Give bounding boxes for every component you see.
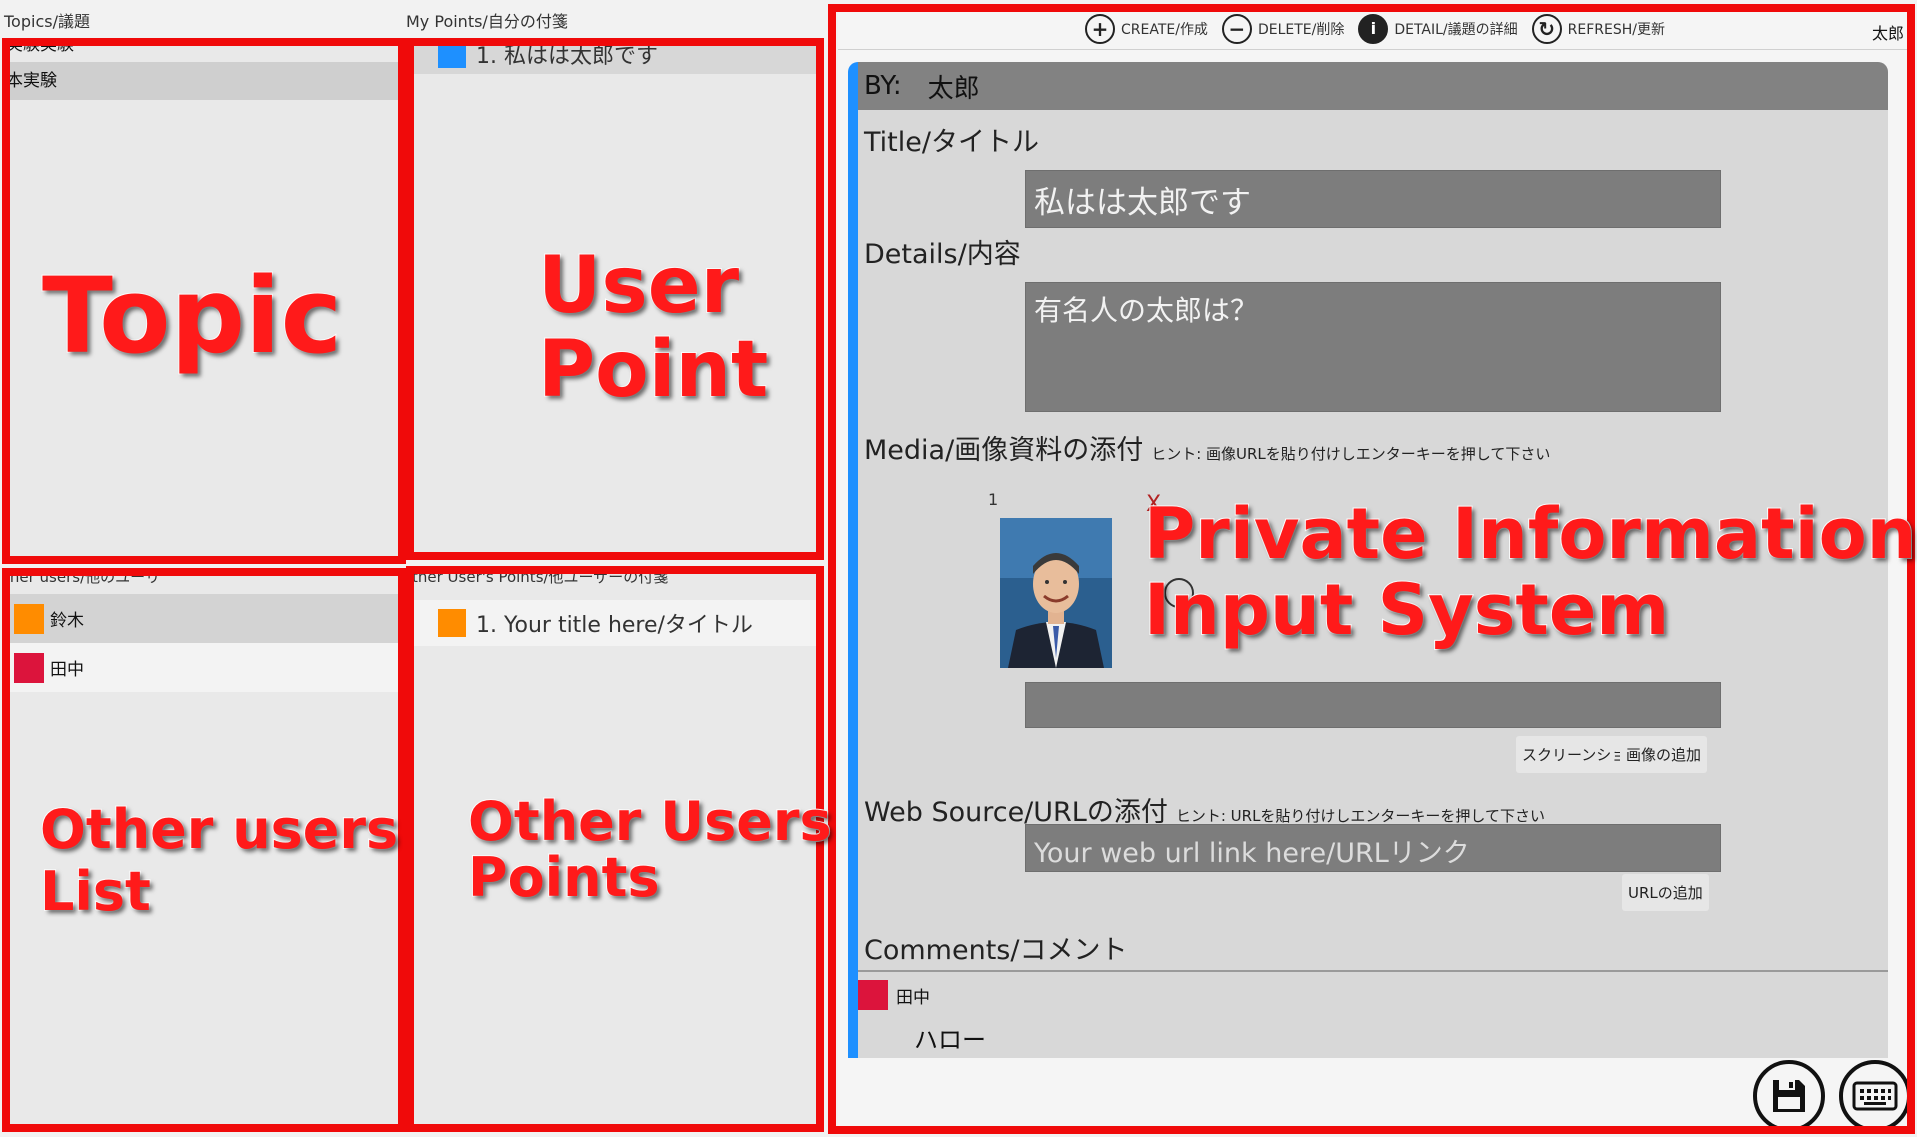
minus-icon: − [1221,13,1252,44]
url-input[interactable]: Your web url link here/URLリンク [1025,824,1721,872]
details-textarea[interactable]: 有名人の太郎は？ [1025,282,1721,412]
author-name: 太郎 [927,73,980,104]
topic-item[interactable]: 実験実験 [4,40,400,62]
point-color-swatch [438,609,466,637]
my-point-label: 1. 私はは太郎です [476,44,658,69]
user-color-swatch [14,652,44,683]
other-users-annotation-line2: List [39,860,152,923]
comment-text: ハロー [914,1026,986,1054]
other-user-name: 田中 [50,660,84,680]
topic-annotation-label: Topic [41,255,343,377]
topics-header: Topics/議題 [4,12,90,31]
other-users-annotation-line1: Other users [39,798,399,861]
web-hint: ヒント: URLを貼り付けしエンターキーを押して下さい [1175,807,1545,825]
keyboard-icon [1852,1081,1898,1111]
private-info-annotation-line1: Private Information [1143,493,1917,575]
title-label: Title/タイトル [864,127,1039,158]
detail-label: DETAIL/議題の詳細 [1394,21,1518,38]
refresh-button[interactable]: ↻ REFRESH/更新 [1531,13,1665,44]
comments-label: Comments/コメント [864,935,1128,966]
info-icon: i [1358,13,1389,44]
save-icon [1773,1080,1805,1112]
media-caption-input[interactable] [1025,682,1721,728]
user-point-annotation-line1: User [537,241,740,331]
title-input[interactable]: 私はは太郎です [1025,170,1721,228]
comment-author: 田中 [896,987,930,1008]
media-hint: ヒント: 画像URLを貼り付けしエンターキーを押して下さい [1151,445,1551,463]
other-point-label: 1. Your title here/タイトル [476,613,753,638]
save-button[interactable] [1753,1060,1825,1132]
other-user-item[interactable]: 鈴木 [4,594,400,643]
other-point-item[interactable]: 1. Your title here/タイトル [412,600,818,646]
private-info-annotation-line2: Input System [1143,569,1670,651]
add-image-button[interactable]: 画像の追加 [1620,736,1708,773]
other-user-item[interactable]: 田中 [4,643,400,692]
user-color-swatch [14,603,44,634]
current-user: 太郎 [1871,24,1904,43]
other-points-header: ther User's Points/他ユーザーの付箋 [412,568,669,586]
point-color-swatch [438,40,466,68]
my-points-header: My Points/自分の付箋 [406,12,568,31]
delete-label: DELETE/削除 [1257,21,1345,38]
delete-button[interactable]: − DELETE/削除 [1221,13,1345,44]
command-bar: + CREATE/作成 − DELETE/削除 i DETAIL/議題の詳細 ↻… [838,8,1912,50]
by-label: BY: [864,71,902,101]
topic-item-selected[interactable]: 本実験 [4,62,400,100]
comments-divider [858,970,1888,972]
comment-author-swatch [858,980,888,1010]
details-label: Details/内容 [864,239,1021,270]
keyboard-button[interactable] [1839,1060,1911,1132]
add-icon: + [1084,13,1115,44]
comment-author-row: 田中 [858,980,930,1010]
author-bar: BY: 太郎 [858,62,1888,110]
other-users-header: ther users/他のユーリ [4,568,161,586]
media-label: Media/画像資料の添付 [864,435,1144,466]
media-label-row: Media/画像資料の添付 ヒント: 画像URLを貼り付けしエンターキーを押して下… [864,428,1550,467]
add-url-button[interactable]: URLの追加 [1622,874,1709,911]
other-points-annotation-line2: Points [467,846,661,909]
media-thumbnail[interactable] [1000,518,1112,668]
create-label: CREATE/作成 [1120,21,1208,38]
other-points-annotation-line1: Other Users [467,790,833,853]
create-button[interactable]: + CREATE/作成 [1084,13,1208,44]
user-point-annotation-line2: Point [537,325,769,415]
refresh-label: REFRESH/更新 [1567,21,1665,38]
my-point-item[interactable]: 1. 私はは太郎です [412,40,818,74]
media-index: 1 [988,490,999,509]
other-user-name: 鈴木 [50,611,84,631]
refresh-icon: ↻ [1531,13,1562,44]
detail-button[interactable]: i DETAIL/議題の詳細 [1358,13,1518,44]
